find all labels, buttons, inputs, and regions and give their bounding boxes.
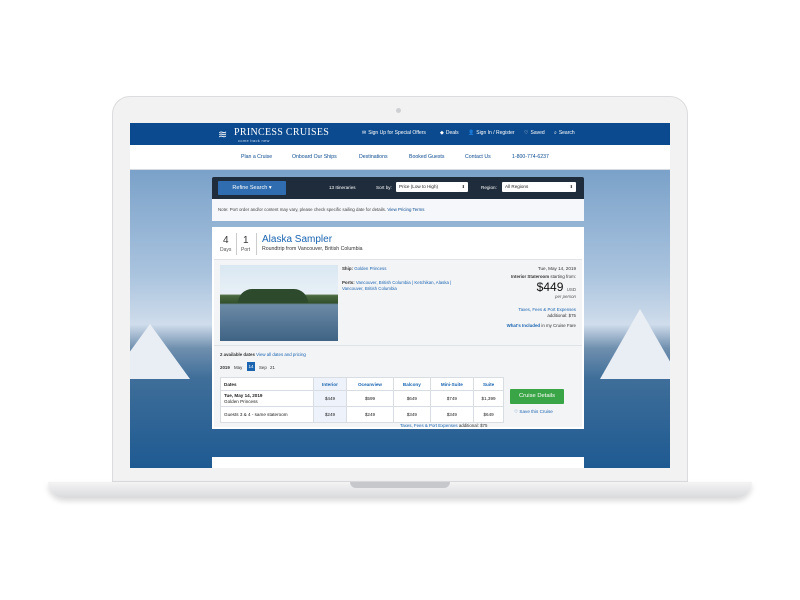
starting-from: Interior Stateroom starting from: bbox=[511, 274, 576, 279]
whats-included-link[interactable]: What's Included bbox=[507, 323, 541, 328]
available-dates: 2 available dates View all dates and pri… bbox=[220, 352, 306, 357]
filter-bar: Refine Search ▾ 13 Itineraries Sort by: … bbox=[212, 177, 584, 199]
ports-label: Port bbox=[241, 247, 251, 253]
logo-tagline: come back new bbox=[238, 138, 270, 143]
price-cell[interactable]: $649 bbox=[473, 406, 504, 423]
user-icon: 👤 bbox=[468, 130, 475, 136]
destination-photo[interactable] bbox=[220, 265, 338, 341]
nav-destinations[interactable]: Destinations bbox=[359, 154, 388, 160]
ports-links[interactable]: Vancouver, British Columbia | Ketchikan,… bbox=[342, 280, 451, 291]
region-select[interactable]: All Regions ⬍ bbox=[502, 182, 576, 192]
per-person: per person bbox=[555, 294, 576, 299]
nav-phone-number[interactable]: 1-800-774-6237 bbox=[512, 154, 549, 160]
dates-section: 2 available dates View all dates and pri… bbox=[214, 345, 582, 428]
nav-plan-a-cruise[interactable]: Plan a Cruise bbox=[241, 154, 272, 160]
select-caret-icon: ⬍ bbox=[461, 184, 465, 189]
col-mini-suite[interactable]: Mini-Suite bbox=[429, 377, 475, 391]
region-label: Region: bbox=[481, 185, 497, 190]
save-cruise-link[interactable]: ♡ Save this Cruise bbox=[514, 409, 553, 415]
col-balcony[interactable]: Balcony bbox=[393, 377, 431, 391]
month-sep[interactable]: Sep bbox=[259, 365, 267, 370]
special-offers-link[interactable]: ✉ Sign Up for Special Offers bbox=[362, 130, 426, 136]
price-cell[interactable]: $249 bbox=[345, 406, 395, 423]
ship-link[interactable]: Golden Princess bbox=[354, 266, 386, 271]
cruise-card-header: 4 Days 1 Port Alaska Sampler Roundtrip f… bbox=[214, 229, 582, 260]
heart-icon: ♡ bbox=[524, 130, 529, 136]
sign-in-link[interactable]: 👤 Sign In / Register bbox=[468, 130, 515, 136]
row-date: Tue, May 14, 2019 Golden Princess bbox=[220, 390, 314, 407]
table-row: Guests 3 & 4 - same stateroom $249 $249 … bbox=[220, 406, 504, 423]
price-cell[interactable]: $1,399 bbox=[473, 390, 504, 407]
browser-screen: ≋ PRINCESS CRUISES come back new ✉ Sign U… bbox=[130, 123, 670, 468]
price-cell[interactable]: $449 bbox=[313, 390, 347, 407]
select-caret-icon: ⬍ bbox=[569, 184, 573, 189]
divider bbox=[236, 233, 237, 255]
col-suite[interactable]: Suite bbox=[473, 377, 504, 391]
taxes-fees-link[interactable]: Taxes, Fees & Port Expenses bbox=[466, 307, 576, 312]
forest-island bbox=[238, 289, 308, 303]
taxes-additional: additional: $75 bbox=[547, 313, 576, 318]
wave-logo-icon: ≋ bbox=[218, 129, 228, 141]
price-cell[interactable]: $749 bbox=[429, 390, 475, 407]
pricing-table: Dates Interior Oceanview Balcony Mini-Su… bbox=[220, 377, 504, 423]
price-cell[interactable]: $349 bbox=[393, 406, 431, 423]
sort-select[interactable]: Price (Low to High) ⬍ bbox=[396, 182, 468, 192]
price-amount: $449 USD bbox=[536, 280, 576, 294]
search-link[interactable]: ⌕ Search bbox=[554, 130, 575, 136]
price-cell[interactable]: $249 bbox=[313, 406, 347, 423]
refine-search-button[interactable]: Refine Search ▾ bbox=[218, 181, 286, 195]
caret-down-icon: ▾ bbox=[268, 185, 272, 191]
divider bbox=[256, 233, 257, 255]
sort-label: Sort by: bbox=[376, 185, 392, 190]
view-pricing-terms-link[interactable]: View Pricing Terms bbox=[387, 207, 424, 212]
top-header: ≋ PRINCESS CRUISES come back new ✉ Sign U… bbox=[130, 123, 670, 145]
laptop-notch bbox=[350, 482, 450, 488]
days-count: 4 bbox=[223, 235, 229, 246]
row-guests: Guests 3 & 4 - same stateroom bbox=[220, 406, 314, 423]
itinerary-count: 13 Itineraries bbox=[329, 185, 356, 190]
price-cell[interactable]: $649 bbox=[393, 390, 431, 407]
date-chip[interactable]: 21 bbox=[270, 365, 275, 370]
price-block: Tue, May 14, 2019 Interior Stateroom sta… bbox=[466, 266, 576, 328]
cruise-title-link[interactable]: Alaska Sampler bbox=[262, 234, 332, 245]
whats-included: What's Included in my Cruise Fare bbox=[506, 323, 576, 328]
price-cell[interactable]: $349 bbox=[429, 406, 475, 423]
taxes-fees-link[interactable]: Taxes, Fees & Port Expenses bbox=[400, 423, 458, 428]
tag-icon: ◆ bbox=[440, 130, 444, 136]
cruise-details-button[interactable]: Cruise Details bbox=[510, 389, 564, 404]
mountain-right bbox=[600, 309, 670, 379]
nav-onboard-our-ships[interactable]: Onboard Our Ships bbox=[292, 154, 337, 160]
ports-count: 1 bbox=[243, 235, 249, 246]
search-icon: ⌕ bbox=[554, 130, 557, 136]
deals-link[interactable]: ◆ Deals bbox=[440, 130, 459, 136]
year-label: 2019 bbox=[220, 365, 230, 370]
col-interior[interactable]: Interior bbox=[313, 377, 347, 391]
table-header-row: Dates Interior Oceanview Balcony Mini-Su… bbox=[220, 377, 504, 391]
col-oceanview[interactable]: Oceanview bbox=[345, 377, 395, 391]
table-row: Tue, May 14, 2019 Golden Princess $449 $5… bbox=[220, 390, 504, 407]
sail-date: Tue, May 14, 2019 bbox=[537, 266, 576, 271]
logo-name: PRINCESS CRUISES bbox=[234, 127, 330, 138]
table-tax-note: Taxes, Fees & Port Expenses additional: … bbox=[400, 423, 488, 428]
heart-icon: ♡ bbox=[514, 409, 519, 414]
view-all-dates-link[interactable]: View all dates and pricing bbox=[256, 352, 306, 357]
pricing-notice: Note: Port order and/or content may vary… bbox=[212, 199, 584, 221]
main-nav: Plan a Cruise Onboard Our Ships Destinat… bbox=[130, 145, 670, 170]
nav-booked-guests[interactable]: Booked Guests bbox=[409, 154, 444, 160]
next-cruise-card bbox=[212, 457, 584, 468]
date-chip-selected[interactable]: 14 bbox=[247, 362, 255, 371]
saved-link[interactable]: ♡ Saved bbox=[524, 130, 545, 136]
price-cell[interactable]: $599 bbox=[345, 390, 395, 407]
cruise-subtitle: Roundtrip from Vancouver, British Columb… bbox=[262, 246, 363, 252]
month-may[interactable]: May bbox=[234, 365, 242, 370]
ship-info: Ship: Golden Princess bbox=[342, 266, 387, 271]
cruise-card: 4 Days 1 Port Alaska Sampler Roundtrip f… bbox=[212, 227, 584, 429]
mountain-left bbox=[130, 324, 190, 379]
camera-icon bbox=[396, 108, 401, 113]
col-dates: Dates bbox=[220, 377, 314, 391]
envelope-icon: ✉ bbox=[362, 130, 367, 136]
days-label: Days bbox=[220, 247, 232, 253]
nav-contact-us[interactable]: Contact Us bbox=[465, 154, 491, 160]
ports-info: Ports: Vancouver, British Columbia | Ket… bbox=[342, 280, 452, 291]
